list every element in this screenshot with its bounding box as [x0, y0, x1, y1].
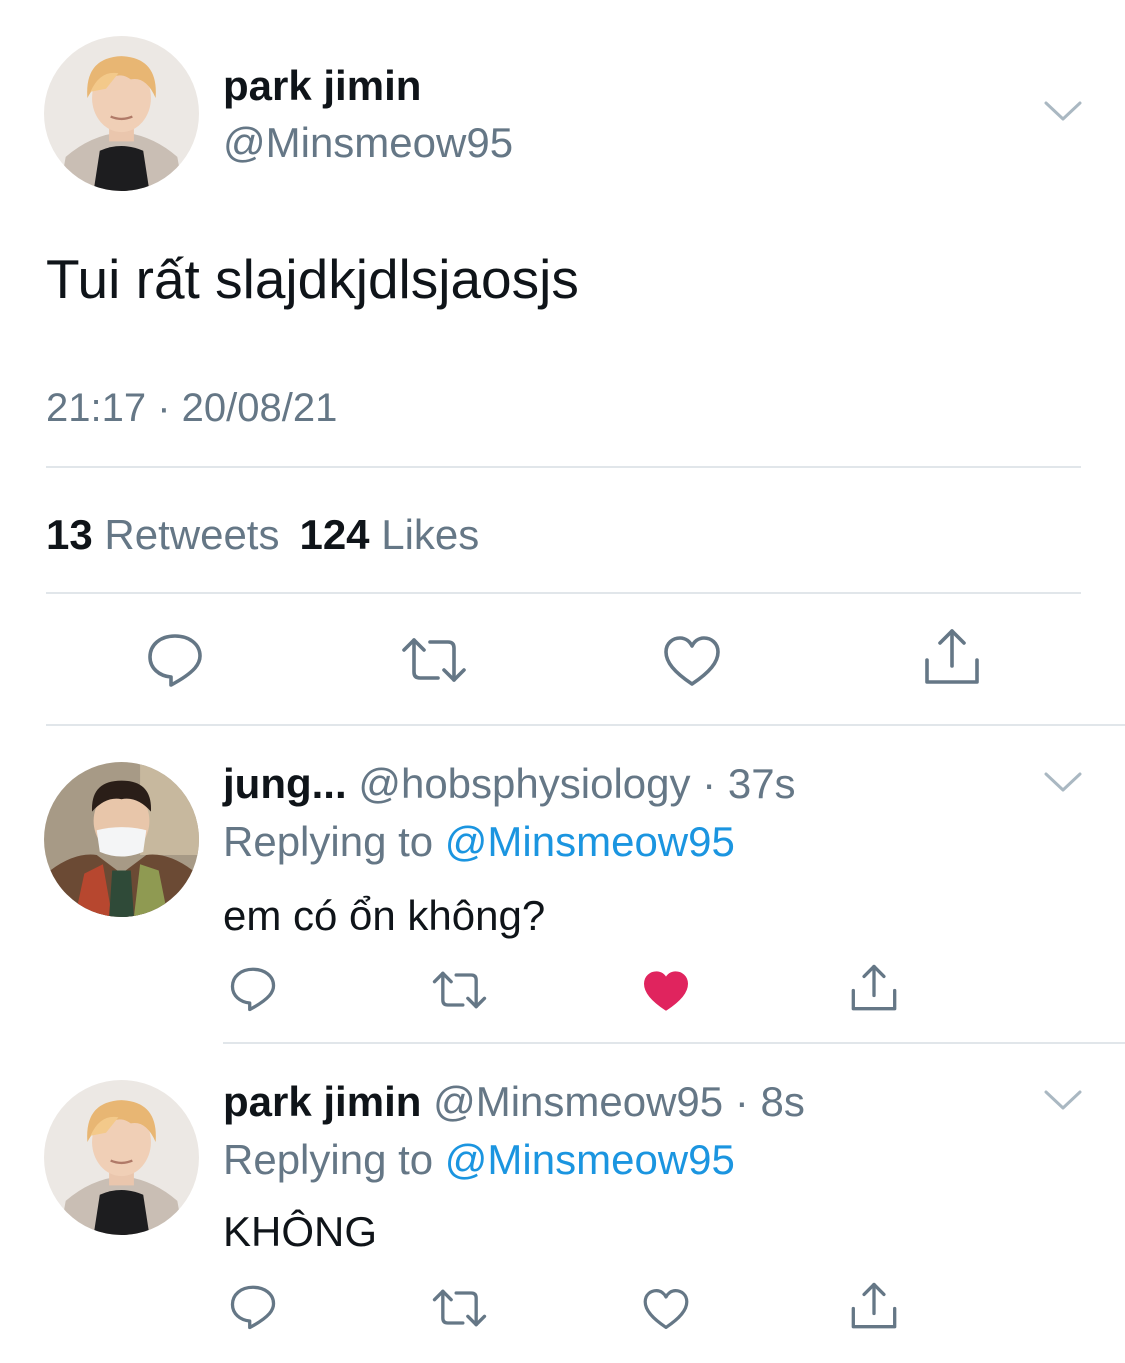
reply-time[interactable]: 37s — [728, 760, 796, 807]
avatar[interactable] — [44, 36, 199, 191]
display-name[interactable]: park jimin — [223, 1078, 421, 1125]
divider — [46, 466, 1081, 468]
username-handle[interactable]: @Minsmeow95 — [433, 1078, 723, 1125]
retweet-icon[interactable] — [431, 1288, 488, 1328]
reply-time[interactable]: 8s — [760, 1078, 804, 1125]
tweet-text: KHÔNG — [223, 1208, 378, 1255]
tweet-timestamp[interactable]: 21:17 · 20/08/21 — [46, 386, 337, 431]
username-handle[interactable]: @Minsmeow95 — [223, 119, 513, 167]
replying-to: Replying to @Minsmeow95 — [223, 1136, 735, 1184]
mention-link[interactable]: @Minsmeow95 — [445, 1136, 735, 1183]
reply-icon[interactable] — [229, 1284, 277, 1330]
likes-label: Likes — [381, 511, 480, 558]
mention-link[interactable]: @Minsmeow95 — [445, 818, 735, 865]
divider — [46, 724, 1125, 726]
engagement-stats: 13 Retweets 124 Likes — [46, 511, 479, 559]
likes-count: 124 — [299, 511, 370, 558]
reply-header: park jimin @Minsmeow95 · 8s — [223, 1078, 805, 1126]
tweet-text: em có ổn không? — [223, 892, 546, 939]
retweet-icon[interactable] — [400, 636, 468, 684]
retweets-count: 13 — [46, 511, 93, 558]
likes-stat[interactable]: 124 Likes — [299, 511, 479, 558]
divider — [223, 1042, 1125, 1044]
chevron-down-icon[interactable] — [1043, 99, 1083, 123]
reply-header: jung... @hobsphysiology · 37s — [223, 760, 796, 808]
replying-prefix: Replying to — [223, 1136, 434, 1183]
share-icon[interactable] — [850, 1282, 898, 1330]
heart-icon[interactable] — [642, 1287, 690, 1331]
heart-icon[interactable] — [662, 634, 722, 688]
chevron-down-icon[interactable] — [1043, 1088, 1083, 1112]
divider — [46, 592, 1081, 594]
retweets-label: Retweets — [104, 511, 280, 558]
retweet-icon[interactable] — [431, 970, 488, 1010]
replying-prefix: Replying to — [223, 818, 434, 865]
replying-to: Replying to @Minsmeow95 — [223, 818, 735, 866]
main-tweet: park jimin @Minsmeow95 Tui rất slajdkjdl… — [0, 0, 1125, 726]
tweet-thread-view: park jimin @Minsmeow95 Tui rất slajdkjdl… — [0, 0, 1125, 1363]
heart-icon[interactable] — [642, 969, 690, 1013]
chevron-down-icon[interactable] — [1043, 770, 1083, 794]
share-icon[interactable] — [850, 964, 898, 1012]
display-name[interactable]: jung... — [223, 760, 347, 807]
reply-icon[interactable] — [146, 632, 204, 688]
retweets-stat[interactable]: 13 Retweets — [46, 511, 279, 558]
tweet-text: Tui rất slajdkjdlsjaosjs — [46, 248, 579, 310]
avatar[interactable] — [44, 762, 199, 917]
reply-icon[interactable] — [229, 966, 277, 1012]
avatar[interactable] — [44, 1080, 199, 1235]
username-handle[interactable]: @hobsphysiology — [358, 760, 690, 807]
display-name[interactable]: park jimin — [223, 62, 421, 110]
share-icon[interactable] — [923, 628, 981, 686]
separator-dot: · — [702, 760, 717, 807]
separator-dot: · — [734, 1078, 749, 1125]
